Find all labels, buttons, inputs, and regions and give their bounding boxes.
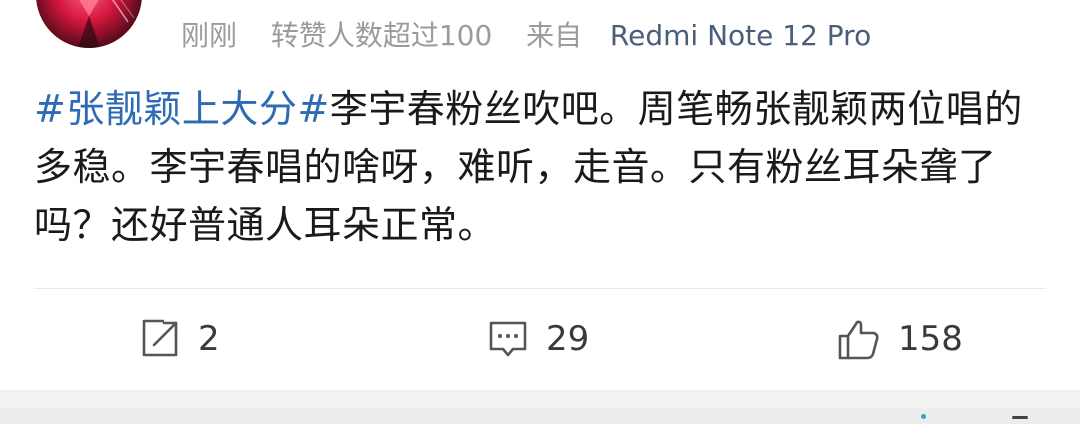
post-time: 刚刚 — [181, 19, 238, 52]
avatar[interactable] — [36, 0, 142, 48]
like-button[interactable]: 158 — [836, 314, 963, 364]
comment-icon — [486, 317, 530, 361]
divider — [34, 288, 1046, 289]
next-card-edge — [0, 408, 1080, 424]
topic-link[interactable]: #张靓颖上大分# — [34, 87, 330, 131]
repost-button[interactable]: 2 — [138, 314, 220, 364]
thumbs-up-icon — [836, 316, 882, 362]
share-icon — [138, 317, 182, 361]
indicator-dot — [921, 414, 926, 419]
comment-count: 29 — [546, 319, 590, 359]
repost-count: 2 — [198, 319, 220, 359]
repost-note: 转赞人数超过100 — [270, 19, 493, 52]
avatar-art — [78, 0, 135, 48]
weibo-post-card: 刚刚 转赞人数超过100 来自 Redmi Note 12 Pro #张靓颖上大… — [0, 0, 1080, 390]
device-name[interactable]: Redmi Note 12 Pro — [610, 19, 871, 52]
like-count: 158 — [898, 319, 963, 359]
comment-button[interactable]: 29 — [486, 314, 589, 364]
post-content: #张靓颖上大分#李宇春粉丝吹吧。周笔畅张靓颖两位唱的多稳。李宇春唱的啥呀，难听，… — [34, 80, 1044, 254]
source-prefix: 来自 — [526, 19, 583, 52]
indicator-bar — [1012, 416, 1028, 419]
post-meta: 刚刚 转赞人数超过100 来自 Redmi Note 12 Pro — [181, 16, 871, 56]
